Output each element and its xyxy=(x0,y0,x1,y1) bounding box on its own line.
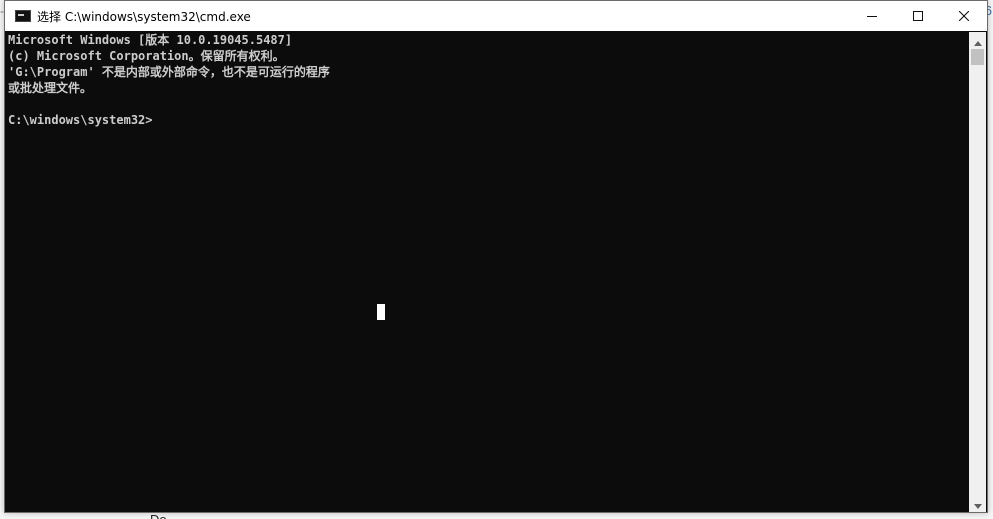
background-text-bottom: Do xyxy=(150,512,167,519)
window-controls xyxy=(849,1,987,31)
chevron-down-icon xyxy=(973,494,982,513)
minimize-icon xyxy=(867,11,877,21)
console-line: 'G:\Program' 不是内部或外部命令，也不是可运行的程序 xyxy=(8,65,330,79)
title-bar[interactable]: 选择 C:\windows\system32\cmd.exe xyxy=(5,1,987,31)
console-output[interactable]: Microsoft Windows [版本 10.0.19045.5487] (… xyxy=(7,32,969,512)
scroll-up-button[interactable] xyxy=(969,32,986,49)
window-title: 选择 C:\windows\system32\cmd.exe xyxy=(37,9,251,24)
cmd-icon[interactable] xyxy=(15,10,31,22)
scroll-thumb[interactable] xyxy=(971,49,984,65)
chevron-up-icon xyxy=(973,31,982,50)
minimize-button[interactable] xyxy=(849,1,895,31)
close-icon xyxy=(959,11,969,21)
close-button[interactable] xyxy=(941,1,987,31)
maximize-button[interactable] xyxy=(895,1,941,31)
vertical-scrollbar[interactable] xyxy=(969,32,986,512)
scroll-down-button[interactable] xyxy=(969,495,986,512)
console-line: (c) Microsoft Corporation。保留所有权利。 xyxy=(8,49,285,63)
console-line: 或批处理文件。 xyxy=(8,81,93,95)
console-prompt[interactable]: C:\windows\system32> xyxy=(7,112,969,128)
desktop: ‐ 6 Do 选择 C:\windows\system32\cmd.exe xyxy=(0,0,993,519)
console-line: Microsoft Windows [版本 10.0.19045.5487] xyxy=(8,33,293,47)
text-cursor xyxy=(377,304,385,320)
cmd-window[interactable]: 选择 C:\windows\system32\cmd.exe Microsoft… xyxy=(4,0,988,513)
maximize-icon xyxy=(913,11,923,21)
